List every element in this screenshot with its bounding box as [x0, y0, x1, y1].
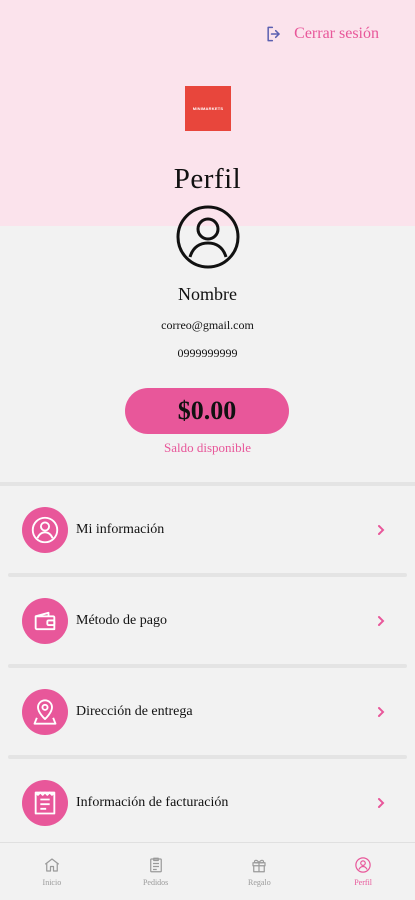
menu-icon-circle	[22, 688, 68, 735]
menu-item-label: Dirección de entrega	[76, 703, 193, 719]
home-icon	[44, 858, 59, 872]
menu-item-mi-informacion[interactable]: Mi información	[0, 486, 415, 573]
profile-phone: 0999999999	[177, 346, 238, 360]
menu-icon-circle	[22, 779, 68, 826]
menu-item-label: Método de pago	[76, 612, 167, 628]
menu-item-metodo-de-pago[interactable]: Método de pago	[0, 577, 415, 664]
nav-label: Perfil	[354, 878, 373, 887]
nav-item-pedidos[interactable]: Pedidos	[104, 843, 208, 900]
chevron-right-icon	[378, 706, 385, 717]
chevron-right-icon	[378, 797, 385, 808]
avatar	[176, 205, 240, 269]
nav-item-inicio[interactable]: Inicio	[0, 843, 104, 900]
menu-icon-circle	[22, 506, 68, 553]
page-title: Perfil	[173, 163, 242, 195]
location-pin-icon	[33, 698, 57, 725]
profile-email: correo@gmail.com	[161, 318, 254, 332]
logo-text: MINIMARKETS	[192, 106, 224, 111]
chevron-right-icon	[378, 615, 385, 626]
nav-label: Inicio	[42, 878, 62, 887]
gift-icon	[252, 859, 266, 873]
profile-menu: Mi información Método de pago Dirección …	[0, 486, 415, 846]
nav-item-regalo[interactable]: Regalo	[208, 843, 312, 900]
logout-button[interactable]: Cerrar sesión	[264, 24, 379, 44]
chevron-right-icon	[378, 524, 385, 535]
balance-amount: $0.00	[125, 388, 289, 434]
menu-item-label: Mi información	[76, 521, 165, 537]
user-icon	[31, 516, 59, 543]
menu-icon-circle	[22, 597, 68, 644]
nav-label: Pedidos	[142, 878, 169, 887]
orders-icon	[149, 857, 162, 873]
menu-item-informacion-de-facturacion[interactable]: Información de facturación	[0, 759, 415, 846]
menu-item-direccion-de-entrega[interactable]: Dirección de entrega	[0, 668, 415, 755]
logout-icon	[267, 26, 280, 42]
balance-label: Saldo disponible	[163, 440, 252, 455]
logout-label: Cerrar sesión	[294, 25, 379, 42]
nav-label: Regalo	[248, 878, 271, 887]
menu-item-label: Información de facturación	[76, 794, 229, 810]
bottom-navigation: Inicio Pedidos Regalo Perfil	[0, 842, 415, 900]
app-logo: MINIMARKETS	[185, 86, 231, 131]
nav-item-perfil[interactable]: Perfil	[311, 843, 415, 900]
wallet-icon	[34, 611, 56, 630]
invoice-icon	[34, 791, 56, 814]
profile-name: Nombre	[178, 284, 237, 304]
profile-icon	[355, 857, 371, 873]
